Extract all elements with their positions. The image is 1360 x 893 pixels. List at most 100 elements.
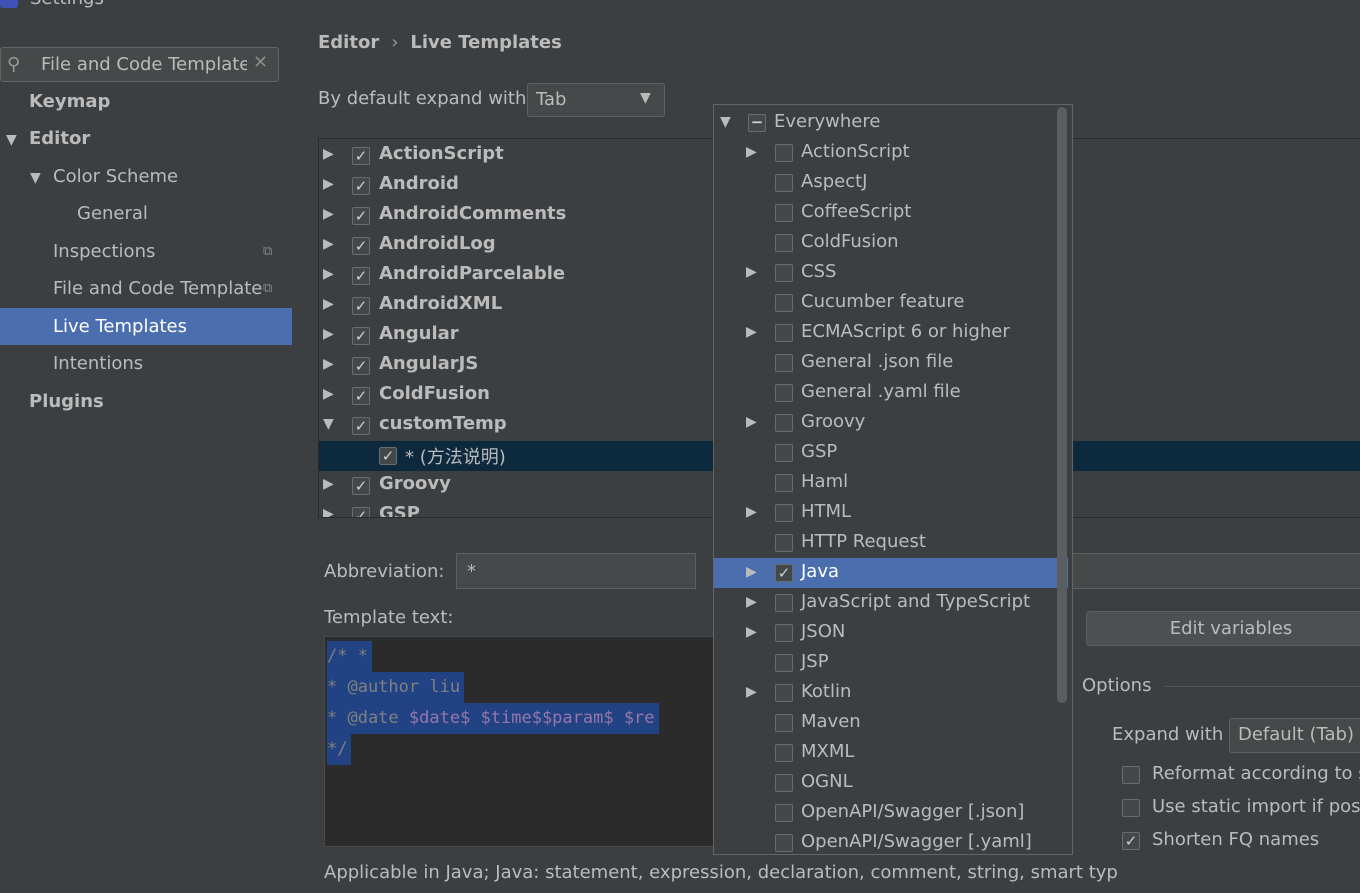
checkbox[interactable]: ✓	[352, 417, 370, 435]
checkbox[interactable]	[775, 414, 793, 432]
popup-scrollbar[interactable]	[1057, 107, 1067, 703]
collapsed-arrow-icon[interactable]: ▶	[323, 386, 334, 402]
expanded-arrow-icon[interactable]: ▼	[323, 416, 334, 432]
context-item[interactable]: General .json file	[714, 348, 1068, 378]
checkbox[interactable]: ✓	[352, 207, 370, 225]
checkbox[interactable]	[1122, 766, 1140, 784]
context-item[interactable]: ▶ ActionScript	[714, 138, 1068, 168]
reformat-option[interactable]: Reformat according to s	[1122, 763, 1360, 789]
collapsed-arrow-icon[interactable]: ▶	[323, 206, 334, 222]
context-item[interactable]: ColdFusion	[714, 228, 1068, 258]
search-icon[interactable]: ⚲	[7, 54, 27, 75]
context-item[interactable]: ▶ HTML	[714, 498, 1068, 528]
checkbox[interactable]: ✓	[379, 447, 397, 465]
checkbox[interactable]	[775, 294, 793, 312]
sidebar-item-editor[interactable]: ▼ Editor	[0, 120, 292, 157]
abbreviation-input[interactable]	[456, 553, 696, 589]
collapsed-arrow-icon[interactable]: ▶	[323, 236, 334, 252]
sidebar-item-file-and-code-template[interactable]: File and Code Template ⧉	[0, 270, 292, 307]
context-item[interactable]: GSP	[714, 438, 1068, 468]
checkbox[interactable]	[775, 354, 793, 372]
sidebar-item-keymap[interactable]: Keymap	[0, 83, 292, 120]
context-item[interactable]: General .yaml file	[714, 378, 1068, 408]
collapsed-arrow-icon[interactable]: ▶	[323, 146, 334, 162]
collapsed-arrow-icon[interactable]: ▶	[323, 296, 334, 312]
context-item[interactable]: OpenAPI/Swagger [.yaml]	[714, 828, 1068, 854]
context-item[interactable]: ▶ JavaScript and TypeScript	[714, 588, 1068, 618]
collapsed-arrow-icon[interactable]: ▶	[746, 564, 757, 580]
checkbox[interactable]	[1122, 799, 1140, 817]
checkbox[interactable]: ✓	[352, 147, 370, 165]
context-item[interactable]: JSP	[714, 648, 1068, 678]
context-item[interactable]: Haml	[714, 468, 1068, 498]
sidebar-item-inspections[interactable]: Inspections ⧉	[0, 233, 292, 270]
collapsed-arrow-icon[interactable]: ▶	[746, 144, 757, 160]
checkbox[interactable]	[775, 234, 793, 252]
context-item[interactable]: OGNL	[714, 768, 1068, 798]
expanded-arrow-icon[interactable]: ▼	[720, 114, 731, 130]
collapsed-arrow-icon[interactable]: ▶	[323, 176, 334, 192]
sidebar-item-plugins[interactable]: Plugins	[0, 383, 292, 420]
checkbox[interactable]: ✓	[352, 477, 370, 495]
search-input[interactable]	[41, 51, 247, 78]
context-item-everywhere[interactable]: ▼ − Everywhere	[714, 108, 1068, 138]
collapsed-arrow-icon[interactable]: ▶	[746, 594, 757, 610]
edit-variables-button[interactable]: Edit variables	[1086, 611, 1360, 646]
clear-search-icon[interactable]: ✕	[253, 52, 268, 73]
checkbox[interactable]: ✓	[352, 177, 370, 195]
checkbox[interactable]	[775, 744, 793, 762]
checkbox[interactable]: ✓	[352, 387, 370, 405]
checkbox[interactable]	[775, 534, 793, 552]
checkbox[interactable]	[775, 324, 793, 342]
context-item[interactable]: ▶ Kotlin	[714, 678, 1068, 708]
context-item[interactable]: HTTP Request	[714, 528, 1068, 558]
checkbox[interactable]	[775, 384, 793, 402]
context-item[interactable]: ▶ ECMAScript 6 or higher	[714, 318, 1068, 348]
collapsed-arrow-icon[interactable]: ▶	[323, 356, 334, 372]
context-item-selected[interactable]: ▶ ✓ Java	[714, 558, 1068, 588]
collapsed-arrow-icon[interactable]: ▶	[323, 266, 334, 282]
checkbox[interactable]	[775, 654, 793, 672]
collapsed-arrow-icon[interactable]: ▶	[323, 326, 334, 342]
checkbox[interactable]	[775, 444, 793, 462]
checkbox-partial[interactable]: −	[748, 114, 766, 132]
sidebar-item-color-scheme[interactable]: ▼ Color Scheme	[0, 158, 292, 195]
checkbox[interactable]	[775, 474, 793, 492]
checkbox[interactable]	[775, 264, 793, 282]
context-item[interactable]: OpenAPI/Swagger [.json]	[714, 798, 1068, 828]
context-item[interactable]: ▶ Groovy	[714, 408, 1068, 438]
expanded-arrow-icon[interactable]: ▼	[6, 122, 29, 159]
expanded-arrow-icon[interactable]: ▼	[30, 160, 53, 197]
context-item[interactable]: Cucumber feature	[714, 288, 1068, 318]
checkbox[interactable]	[775, 144, 793, 162]
checkbox[interactable]: ✓	[1122, 832, 1140, 850]
context-item[interactable]: Maven	[714, 708, 1068, 738]
context-item[interactable]: ▶ CSS	[714, 258, 1068, 288]
expand-with-select[interactable]: Default (Tab)	[1229, 718, 1360, 753]
applicable-contexts-link[interactable]: Applicable in Java; Java: statement, exp…	[324, 862, 1118, 883]
checkbox[interactable]: ✓	[352, 327, 370, 345]
collapsed-arrow-icon[interactable]: ▶	[323, 506, 334, 517]
context-item[interactable]: CoffeeScript	[714, 198, 1068, 228]
checkbox[interactable]	[775, 174, 793, 192]
template-text-editor[interactable]: /* * * @author liu * @date $date$ $time$…	[324, 636, 716, 847]
collapsed-arrow-icon[interactable]: ▶	[746, 504, 757, 520]
checkbox[interactable]	[775, 624, 793, 642]
collapsed-arrow-icon[interactable]: ▶	[746, 624, 757, 640]
expand-select[interactable]: Tab ▼	[527, 83, 665, 117]
collapsed-arrow-icon[interactable]: ▶	[323, 476, 334, 492]
context-item[interactable]: AspectJ	[714, 168, 1068, 198]
collapsed-arrow-icon[interactable]: ▶	[746, 264, 757, 280]
checkbox[interactable]: ✓	[352, 237, 370, 255]
checkbox[interactable]	[775, 594, 793, 612]
description-input[interactable]	[1072, 553, 1360, 589]
checkbox[interactable]	[775, 504, 793, 522]
checkbox[interactable]: ✓	[352, 357, 370, 375]
sidebar-item-live-templates[interactable]: Live Templates	[0, 308, 292, 345]
shorten-fq-names-option[interactable]: ✓ Shorten FQ names	[1122, 829, 1360, 855]
collapsed-arrow-icon[interactable]: ▶	[746, 324, 757, 340]
checkbox[interactable]: ✓	[775, 564, 793, 582]
checkbox[interactable]	[775, 714, 793, 732]
search-box[interactable]: ⚲ ✕	[0, 47, 279, 82]
sidebar-item-general[interactable]: General	[0, 195, 292, 232]
